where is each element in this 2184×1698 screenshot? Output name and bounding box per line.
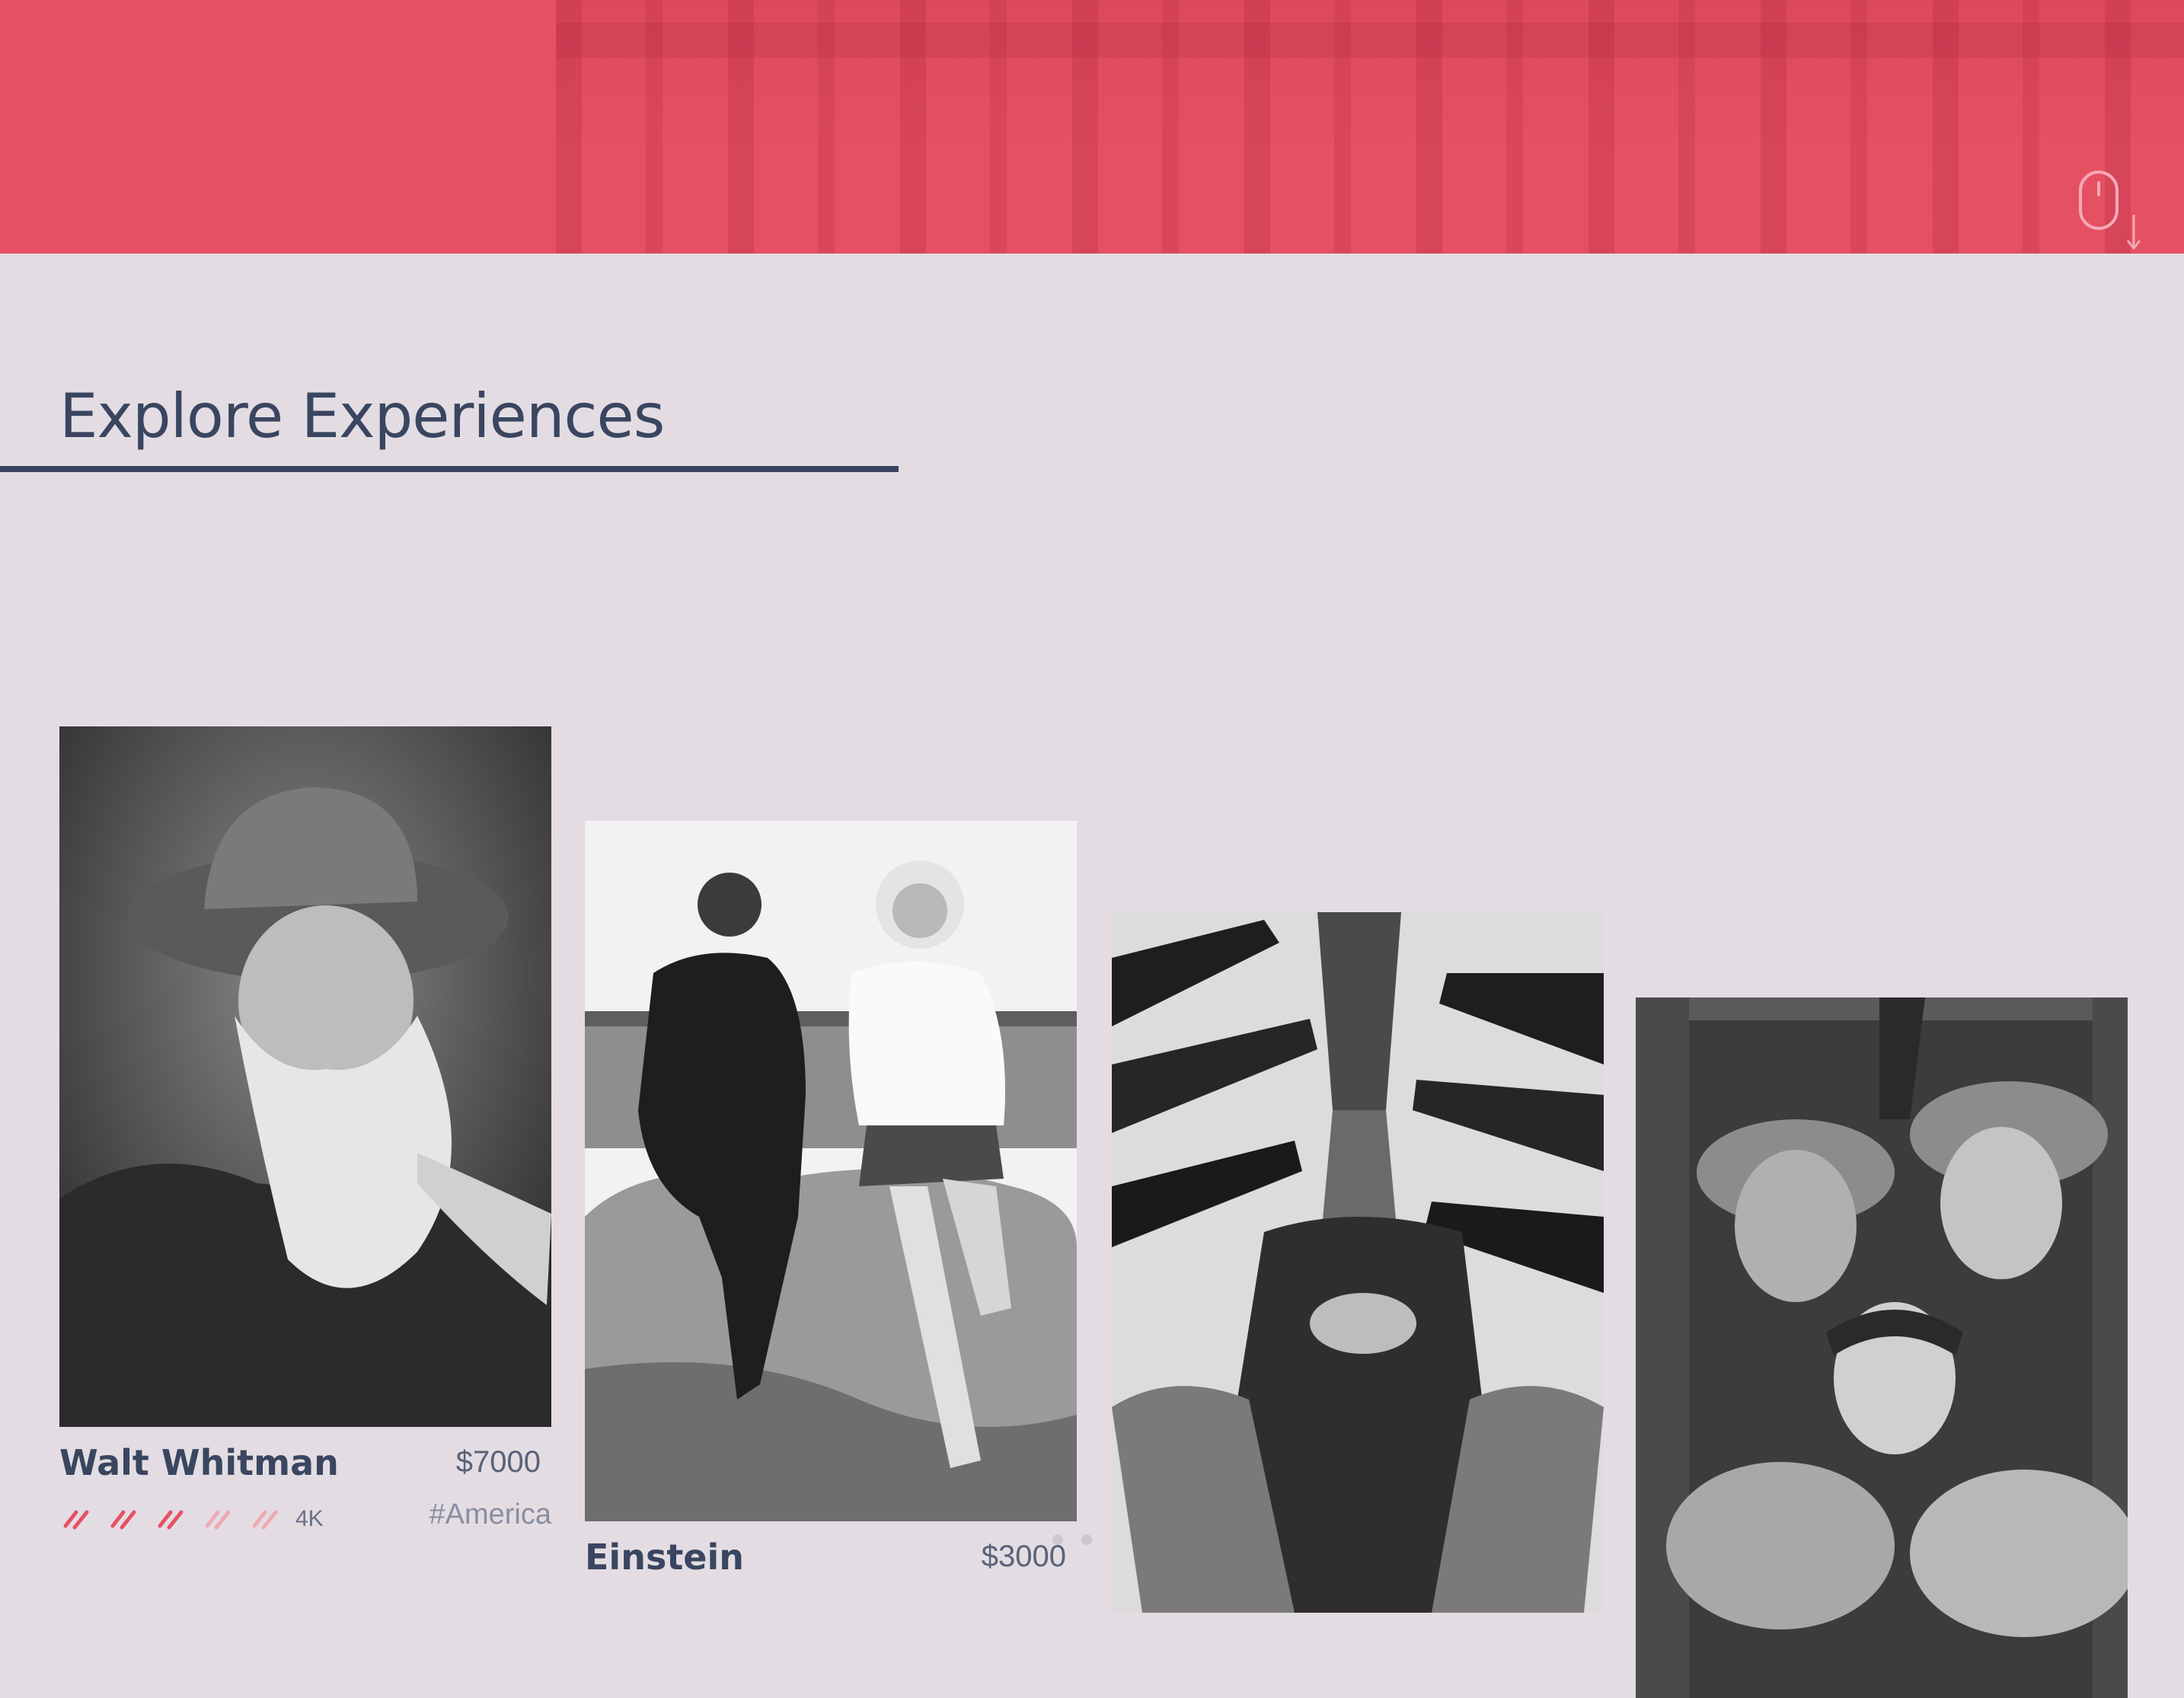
einstein-on-rock-photo[interactable] [585,821,1077,1521]
rating-slash-filled-icon [158,1510,184,1530]
carousel-dot[interactable] [1052,1534,1063,1545]
carousel-dots [1052,1534,1110,1545]
hero-cornice-decoration [556,23,2184,58]
hero-banner [0,0,2184,254]
rating-count: 4K [295,1506,324,1531]
rating: 4K [62,1503,324,1531]
rating-slash-filled-icon [110,1510,136,1530]
rating-slash-empty-icon [205,1510,231,1530]
experience-card-sailors[interactable] [1112,912,1604,1613]
section-title: Explore Experiences [59,381,665,452]
sailors-waving-photo[interactable] [1112,912,1604,1613]
mouse-scroll-down-icon[interactable] [2077,169,2146,253]
rating-slash-empty-icon [252,1510,278,1530]
experience-card-einstein[interactable]: Einstein $3000 [585,821,1077,1578]
title-underline [0,466,899,472]
soldiers-helmets-photo[interactable] [1636,997,2128,1698]
card-tag[interactable]: #America [429,1499,552,1531]
card-info: Walt Whitman $7000 4K #America [59,1442,551,1550]
card-name[interactable]: Walt Whitman [59,1442,339,1483]
card-name[interactable]: Einstein [585,1537,744,1578]
card-info: Einstein $3000 [585,1537,1077,1582]
walt-whitman-portrait[interactable] [59,726,551,1427]
experience-card-soldiers[interactable] [1636,997,2128,1698]
carousel-dot[interactable] [1081,1534,1092,1545]
rating-slash-filled-icon [63,1510,89,1530]
experience-card-walt-whitman[interactable]: Walt Whitman $7000 4K #America [59,726,551,1550]
card-price: $7000 [455,1445,541,1479]
